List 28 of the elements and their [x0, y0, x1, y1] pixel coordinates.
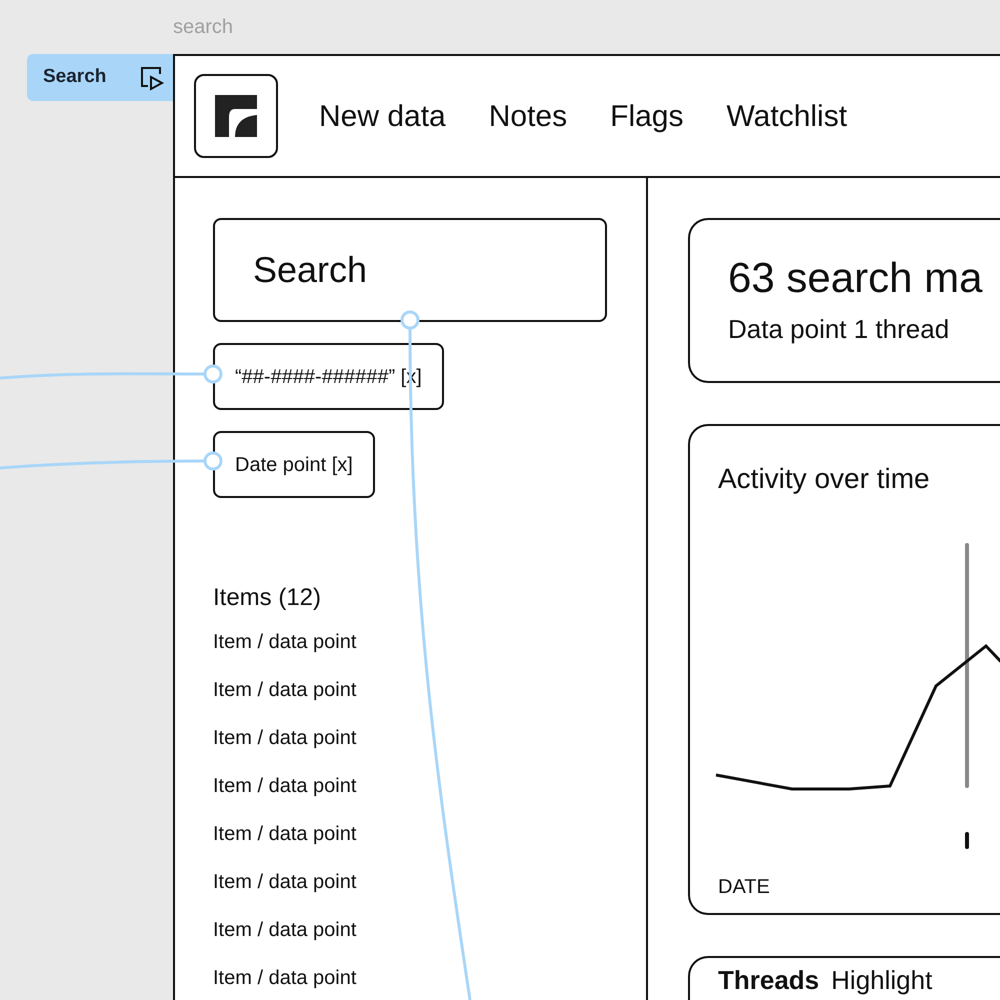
play-frame-icon [139, 64, 165, 90]
result-count: 63 search ma [728, 253, 984, 303]
item-link[interactable]: Item / data point [213, 628, 356, 656]
card-title: Activity over time [718, 462, 931, 496]
item-link[interactable]: Item / data point [213, 724, 356, 752]
connector-handle [204, 452, 222, 470]
logo[interactable] [194, 74, 278, 158]
item-link[interactable]: Item / data point [213, 964, 356, 992]
result-subtitle: Data point 1 thread [728, 313, 950, 346]
nav-link[interactable]: Notes [488, 94, 568, 138]
nav-link[interactable]: Watchlist [726, 94, 848, 138]
item-link[interactable]: Item / data point [213, 676, 356, 704]
connector-handle [400, 310, 420, 330]
nav-link[interactable]: New data [319, 94, 446, 138]
axis-label: DATE [718, 875, 771, 900]
item-link[interactable]: Item / data point [213, 820, 356, 848]
card-title: Threads [718, 966, 820, 994]
card-subtitle: Highlight [831, 966, 932, 994]
item-link[interactable]: Item / data point [213, 868, 356, 896]
item-link[interactable]: Item / data point [213, 772, 356, 800]
nav-link[interactable]: Flags [610, 94, 684, 138]
items-heading: Items (12) [213, 583, 322, 613]
item-link[interactable]: Item / data point [213, 916, 356, 944]
frame-label: search [173, 16, 234, 38]
connector-handle [204, 364, 222, 384]
logo-icon [215, 95, 257, 137]
search-field[interactable]: Search [213, 218, 607, 322]
flow-starting-point-tag[interactable]: Search [27, 54, 173, 101]
